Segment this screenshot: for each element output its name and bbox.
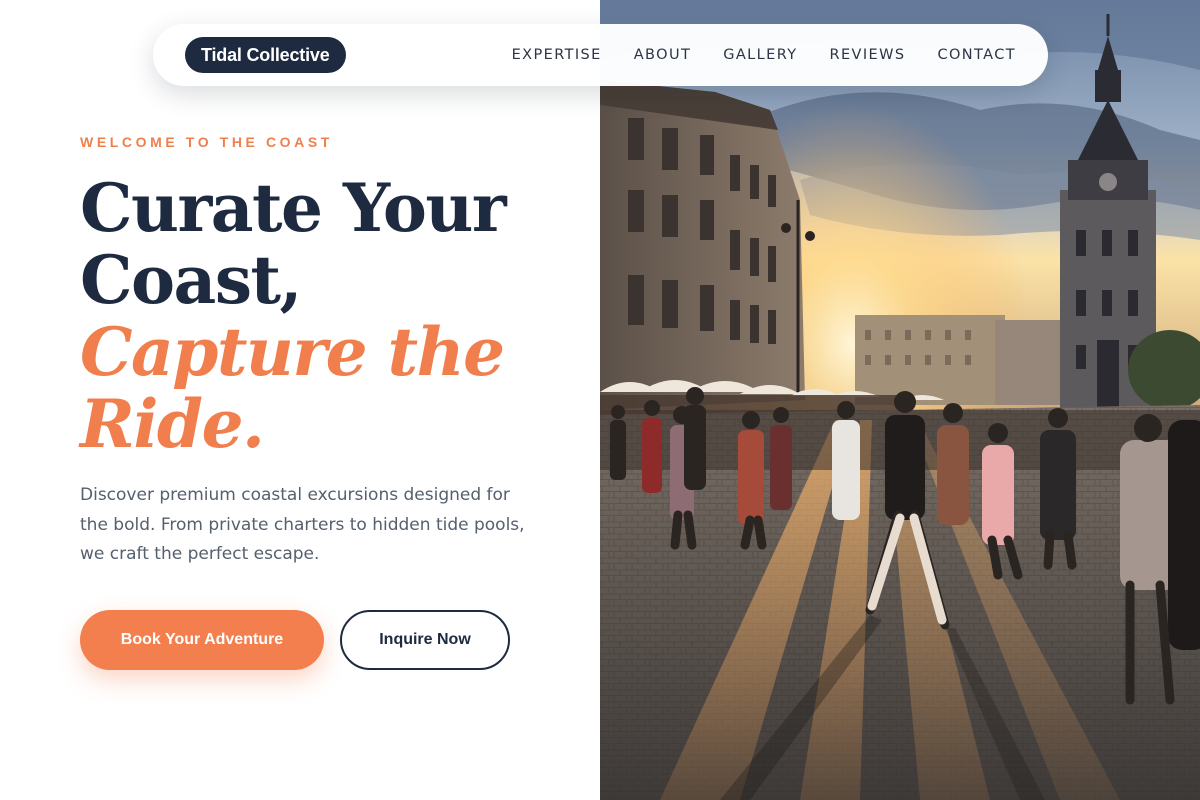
hero-eyebrow: WELCOME TO THE COAST: [80, 134, 333, 150]
headline-accent-line-1: Capture the: [80, 313, 505, 391]
nav-links: EXPERTISE ABOUT GALLERY REVIEWS CONTACT: [496, 47, 1016, 63]
book-adventure-button[interactable]: Book Your Adventure: [80, 610, 324, 670]
hero-description: Discover premium coastal excursions desi…: [80, 485, 525, 564]
headline-line-2: Coast,: [80, 241, 302, 319]
inquire-now-button[interactable]: Inquire Now: [340, 610, 510, 670]
nav-link-about[interactable]: ABOUT: [618, 47, 708, 63]
hero-headline: Curate Your Coast, Capture the Ride.: [80, 172, 580, 460]
headline-line-1: Curate Your: [80, 169, 507, 247]
headline-accent-line-2: Ride.: [80, 385, 265, 463]
nav-link-reviews[interactable]: REVIEWS: [814, 47, 922, 63]
nav-link-gallery[interactable]: GALLERY: [707, 47, 813, 63]
nav-link-expertise[interactable]: EXPERTISE: [496, 47, 618, 63]
top-navigation: Tidal Collective EXPERTISE ABOUT GALLERY…: [153, 24, 1048, 86]
brand-logo[interactable]: Tidal Collective: [185, 37, 346, 73]
hero-photo: [600, 0, 1200, 800]
nav-link-contact[interactable]: CONTACT: [921, 47, 1016, 63]
